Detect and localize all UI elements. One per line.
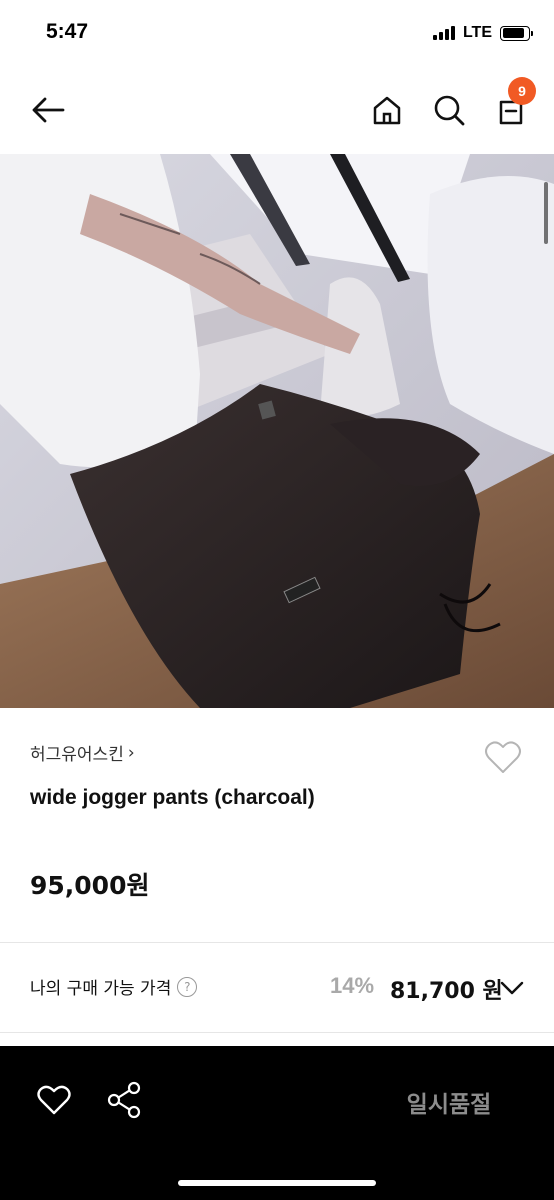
cart-count-badge: 9 xyxy=(508,77,536,105)
status-indicators: LTE xyxy=(432,24,533,42)
divider xyxy=(0,942,554,943)
divider xyxy=(0,1032,554,1033)
my-price-row[interactable]: 나의 구매 가능 가격 ? 14% 81,700 원 xyxy=(0,944,554,1032)
home-indicator xyxy=(178,1180,376,1186)
top-nav-bar xyxy=(0,62,554,154)
battery-icon xyxy=(500,25,533,41)
my-price-value: 81,700 원 xyxy=(390,979,503,1004)
chevron-right-icon: › xyxy=(127,742,135,763)
wishlist-button[interactable] xyxy=(483,738,523,778)
sold-out-button[interactable]: 일시품절 xyxy=(384,1082,514,1122)
product-photo xyxy=(0,154,554,708)
question-circle-icon[interactable]: ? xyxy=(177,976,198,997)
product-image[interactable] xyxy=(0,154,554,708)
share-icon xyxy=(107,1081,141,1119)
arrow-left-icon xyxy=(32,97,65,123)
status-bar: 5:47 LTE xyxy=(0,0,554,62)
discount-rate: 14% xyxy=(330,973,375,998)
search-icon xyxy=(434,95,465,126)
product-price: 95,000원 xyxy=(30,871,150,900)
bottom-action-bar: 일시품절 xyxy=(0,1046,554,1200)
signal-icon xyxy=(432,26,455,40)
home-icon xyxy=(373,96,401,125)
product-name: wide jogger pants (charcoal) xyxy=(30,786,315,809)
network-label: LTE xyxy=(462,24,492,41)
status-time: 5:47 xyxy=(46,20,89,43)
brand-link[interactable]: 허그유어스킨 › xyxy=(30,740,135,766)
brand-name: 허그유어스킨 xyxy=(30,745,124,765)
home-button[interactable] xyxy=(367,90,407,130)
share-button[interactable] xyxy=(104,1080,144,1120)
back-button[interactable] xyxy=(28,90,68,130)
expand-button[interactable] xyxy=(498,974,526,1002)
search-button[interactable] xyxy=(429,90,469,130)
chevron-down-icon xyxy=(500,981,524,995)
like-button[interactable] xyxy=(34,1080,74,1120)
my-price-label-group: 나의 구매 가능 가격 ? xyxy=(30,974,198,999)
heart-outline-icon xyxy=(485,741,521,773)
image-scroll-indicator xyxy=(544,182,548,244)
my-price-label: 나의 구매 가능 가격 xyxy=(30,979,172,999)
heart-icon xyxy=(37,1085,71,1115)
